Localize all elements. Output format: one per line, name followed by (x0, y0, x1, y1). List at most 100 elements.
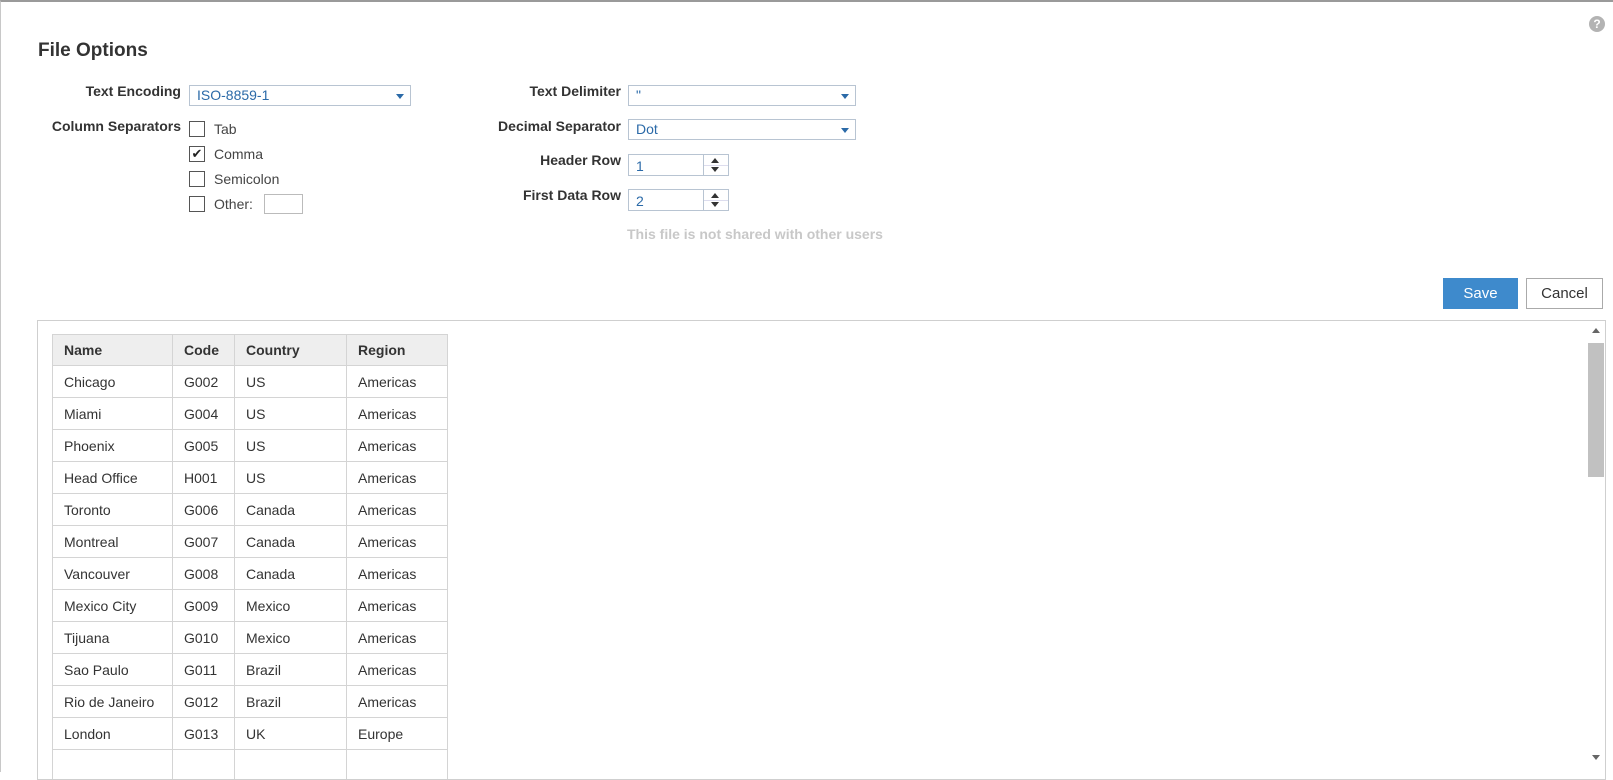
table-cell: Americas (347, 654, 448, 686)
share-note: This file is not shared with other users (627, 226, 883, 242)
table-cell: Americas (347, 526, 448, 558)
separator-comma-checkbox[interactable]: ✔ (189, 146, 205, 162)
first-data-row-label: First Data Row (461, 187, 621, 203)
separator-tab-option[interactable]: Tab (189, 118, 237, 140)
save-button[interactable]: Save (1443, 278, 1518, 309)
table-cell: Chicago (53, 366, 173, 398)
vertical-scrollbar[interactable] (1586, 321, 1605, 779)
table-row: Mexico CityG009MexicoAmericas (53, 590, 448, 622)
decimal-separator-value: Dot (636, 121, 658, 137)
stepper-arrows (703, 190, 728, 210)
separator-other-option[interactable]: Other: (189, 193, 303, 215)
text-delimiter-value: " (636, 87, 641, 103)
table-cell: G008 (173, 558, 235, 590)
table-row: TorontoG006CanadaAmericas (53, 494, 448, 526)
stepper-divider (704, 200, 728, 201)
table-row: MontrealG007CanadaAmericas (53, 526, 448, 558)
separator-tab-checkbox[interactable] (189, 121, 205, 137)
column-header: Name (53, 335, 173, 366)
table-cell: H001 (173, 462, 235, 494)
table-header-row: Name Code Country Region (53, 335, 448, 366)
file-options-dialog: ? File Options Text Encoding ISO-8859-1 … (0, 0, 1613, 772)
decimal-separator-label: Decimal Separator (441, 118, 621, 134)
separator-comma-option[interactable]: ✔ Comma (189, 143, 263, 165)
table-cell: G007 (173, 526, 235, 558)
column-header: Region (347, 335, 448, 366)
table-cell (235, 750, 347, 780)
stepper-divider (704, 165, 728, 166)
table-cell: Tijuana (53, 622, 173, 654)
text-encoding-label: Text Encoding (41, 83, 181, 99)
scroll-up-icon[interactable] (1592, 328, 1600, 333)
separator-other-input[interactable] (264, 194, 303, 214)
table-cell: Americas (347, 558, 448, 590)
table-row: PhoenixG005USAmericas (53, 430, 448, 462)
table-cell: Montreal (53, 526, 173, 558)
header-row-label: Header Row (461, 152, 621, 168)
table-row: TijuanaG010MexicoAmericas (53, 622, 448, 654)
first-data-row-stepper[interactable]: 2 (628, 189, 729, 211)
decimal-separator-select[interactable]: Dot (628, 119, 856, 140)
table-cell: G002 (173, 366, 235, 398)
table-row: Head OfficeH001USAmericas (53, 462, 448, 494)
table-cell: Mexico (235, 622, 347, 654)
table-cell: Rio de Janeiro (53, 686, 173, 718)
table-cell: Americas (347, 398, 448, 430)
table-cell: Sao Paulo (53, 654, 173, 686)
table-cell: Americas (347, 590, 448, 622)
data-preview-panel: Name Code Country Region ChicagoG002USAm… (37, 320, 1606, 780)
header-row-value: 1 (636, 158, 644, 174)
separator-other-checkbox[interactable] (189, 196, 205, 212)
table-cell: G013 (173, 718, 235, 750)
arrow-up-icon[interactable] (711, 193, 719, 198)
table-cell: Americas (347, 366, 448, 398)
table-cell: Vancouver (53, 558, 173, 590)
cancel-button[interactable]: Cancel (1526, 278, 1603, 309)
table-cell: Head Office (53, 462, 173, 494)
table-cell: G010 (173, 622, 235, 654)
table-cell: Phoenix (53, 430, 173, 462)
table-cell: London (53, 718, 173, 750)
separator-semicolon-checkbox[interactable] (189, 171, 205, 187)
table-cell: Mexico (235, 590, 347, 622)
table-row: Sao PauloG011BrazilAmericas (53, 654, 448, 686)
scrollbar-thumb[interactable] (1588, 343, 1604, 477)
table-cell: Americas (347, 430, 448, 462)
table-cell: G012 (173, 686, 235, 718)
separator-other-label: Other: (214, 196, 253, 212)
question-circle-icon[interactable]: ? (1589, 16, 1605, 32)
table-cell: Americas (347, 686, 448, 718)
chevron-down-icon (841, 128, 849, 133)
table-cell: Canada (235, 558, 347, 590)
table-cell: G006 (173, 494, 235, 526)
header-row-stepper[interactable]: 1 (628, 154, 729, 176)
arrow-up-icon[interactable] (711, 158, 719, 163)
table-cell (347, 750, 448, 780)
table-cell: Americas (347, 462, 448, 494)
arrow-down-icon[interactable] (711, 202, 719, 207)
table-row: MiamiG004USAmericas (53, 398, 448, 430)
table-cell: G011 (173, 654, 235, 686)
separator-semicolon-option[interactable]: Semicolon (189, 168, 279, 190)
table-cell: US (235, 398, 347, 430)
separator-comma-label: Comma (214, 146, 263, 162)
table-row: VancouverG008CanadaAmericas (53, 558, 448, 590)
text-delimiter-select[interactable]: " (628, 85, 856, 106)
table-cell: Mexico City (53, 590, 173, 622)
column-header: Country (235, 335, 347, 366)
table-cell: Americas (347, 622, 448, 654)
chevron-down-icon (396, 94, 404, 99)
text-delimiter-label: Text Delimiter (461, 83, 621, 99)
table-cell: Toronto (53, 494, 173, 526)
separator-tab-label: Tab (214, 121, 237, 137)
table-cell: US (235, 366, 347, 398)
arrow-down-icon[interactable] (711, 167, 719, 172)
first-data-row-value: 2 (636, 193, 644, 209)
table-cell: G004 (173, 398, 235, 430)
table-cell: Canada (235, 494, 347, 526)
table-cell (173, 750, 235, 780)
text-encoding-select[interactable]: ISO-8859-1 (189, 85, 411, 106)
table-cell: G005 (173, 430, 235, 462)
scroll-down-icon[interactable] (1592, 755, 1600, 760)
table-cell: Miami (53, 398, 173, 430)
